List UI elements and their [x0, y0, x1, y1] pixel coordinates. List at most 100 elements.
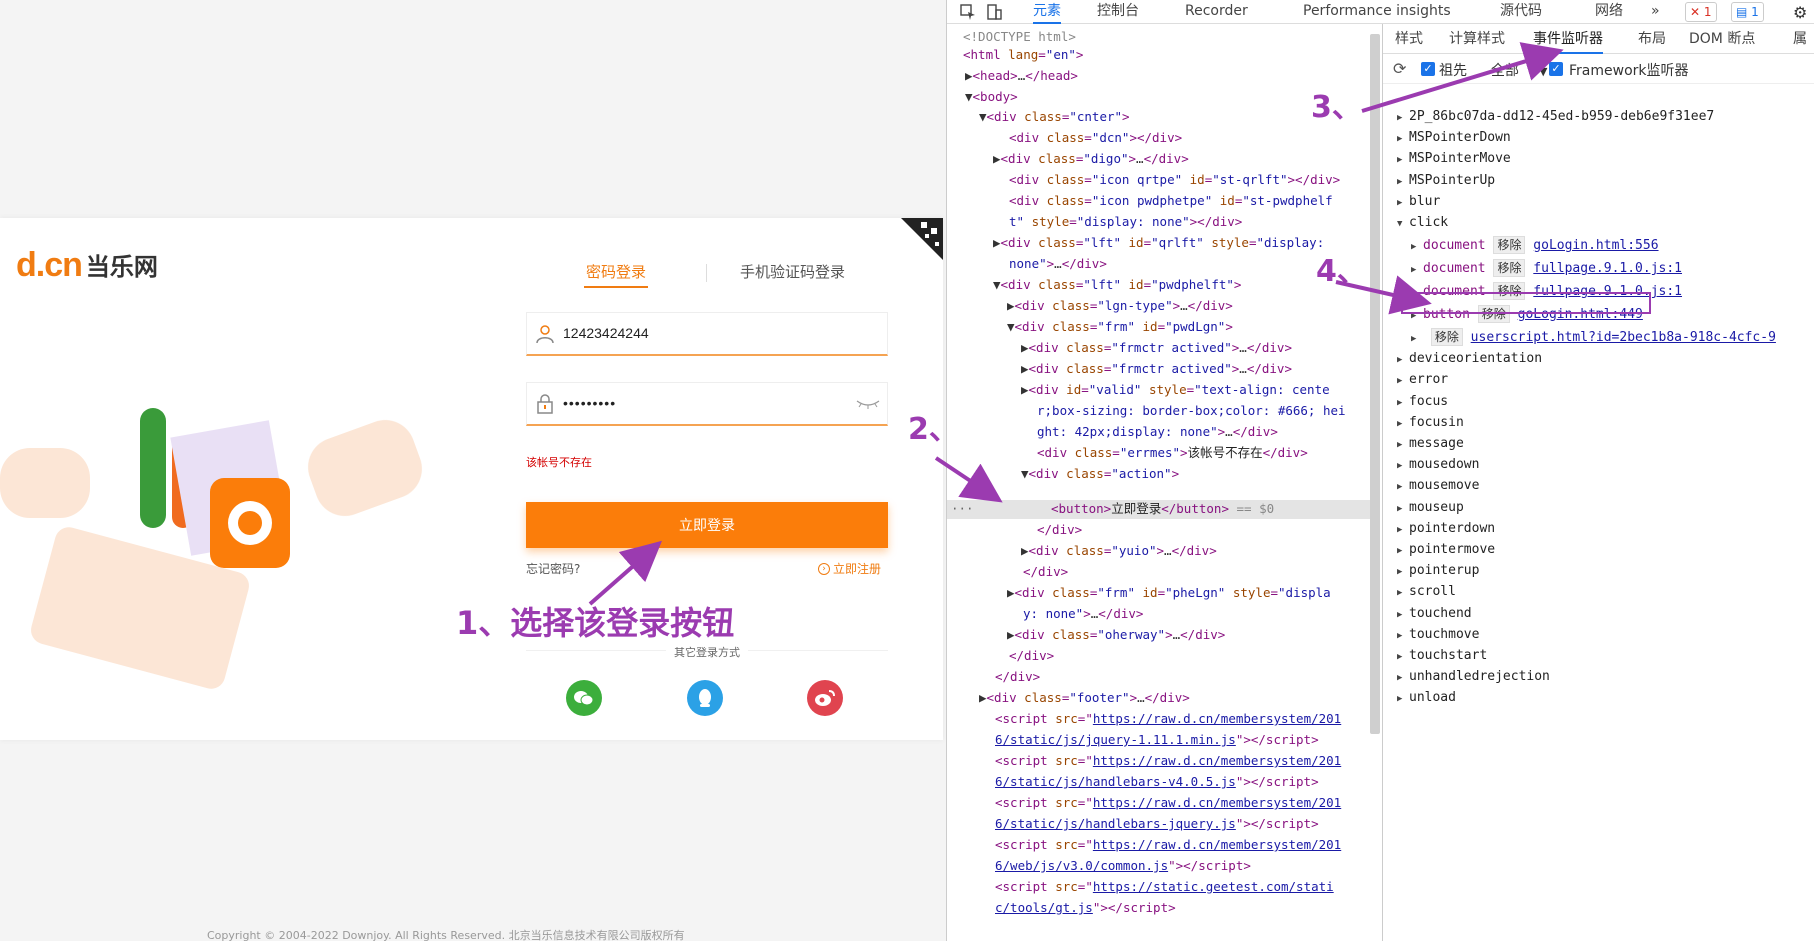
node-footer[interactable]: ▶<div class="footer">…</div>: [979, 689, 1190, 707]
settings-gear-icon[interactable]: ⚙: [1793, 3, 1811, 22]
refresh-icon[interactable]: ⟳: [1393, 59, 1406, 78]
event-pointerup[interactable]: ▶ pointerup: [1397, 562, 1479, 581]
node-digo[interactable]: ▶<div class="digo">…</div>: [993, 150, 1189, 168]
event-scroll[interactable]: ▶ scroll: [1397, 583, 1456, 602]
tab-event-listeners[interactable]: 事件监听器: [1533, 28, 1603, 54]
error-count-badge[interactable]: ✕ 1: [1685, 2, 1717, 22]
username-input[interactable]: 12423424244: [526, 312, 888, 356]
eye-closed-icon[interactable]: [855, 397, 881, 411]
device-toolbar-icon[interactable]: [985, 3, 1003, 21]
wechat-icon[interactable]: [566, 680, 602, 716]
node-pwdlgn[interactable]: ▼<div class="frm" id="pwdLgn">: [1007, 318, 1233, 336]
script-handlebars-jquery[interactable]: <script src="https://raw.d.cn/membersyst…: [995, 794, 1341, 812]
event-mspointerdown[interactable]: ▶ MSPointerDown: [1397, 129, 1511, 148]
head-node[interactable]: ▶<head>…</head>: [965, 67, 1078, 85]
node-lgn-type[interactable]: ▶<div class="lgn-type">…</div>: [1007, 297, 1233, 315]
qr-code-toggle-icon[interactable]: [901, 218, 943, 260]
script-handlebars[interactable]: <script src="https://raw.d.cn/membersyst…: [995, 752, 1341, 770]
tab-password-login[interactable]: 密码登录: [584, 258, 649, 288]
event-pointerdown[interactable]: ▶ pointerdown: [1397, 520, 1495, 539]
event-pointermove[interactable]: ▶ pointermove: [1397, 541, 1495, 560]
tab-computed[interactable]: 计算样式: [1449, 28, 1505, 54]
remove-listener-button[interactable]: 移除: [1493, 259, 1526, 277]
login-button[interactable]: 立即登录: [526, 502, 888, 548]
tab-sources[interactable]: 源代码: [1500, 0, 1542, 24]
more-tabs-button[interactable]: »: [1651, 0, 1660, 24]
script-common[interactable]: <script src="https://raw.d.cn/membersyst…: [995, 836, 1341, 854]
event-name: touchmove: [1409, 627, 1480, 642]
tab-dom-breakpoints[interactable]: DOM 断点: [1689, 28, 1755, 54]
tab-properties[interactable]: 属: [1793, 28, 1807, 54]
listener-source-link[interactable]: userscript.html?id=2bec1b8a-918c-4cfc-9: [1471, 330, 1776, 345]
tab-performance-insights[interactable]: Performance insights: [1303, 0, 1451, 24]
tab-styles[interactable]: 样式: [1395, 28, 1423, 54]
script-jquery[interactable]: <script src="https://raw.d.cn/membersyst…: [995, 710, 1341, 728]
event-touchstart[interactable]: ▶ touchstart: [1397, 647, 1487, 666]
click-listener-row[interactable]: ▶ document 移除 goLogin.html:556: [1411, 236, 1659, 256]
click-listener-row[interactable]: ▶ 移除 userscript.html?id=2bec1b8a-918c-4c…: [1411, 328, 1776, 348]
qq-icon[interactable]: [687, 680, 723, 716]
register-link[interactable]: › 立即注册: [818, 560, 881, 577]
event-mspointermove[interactable]: ▶ MSPointerMove: [1397, 150, 1511, 169]
node-yuio[interactable]: ▶<div class="yuio">…</div>: [1021, 542, 1217, 560]
event-2p-86bc07da-dd12-45ed-b959-deb6e9f31ee7[interactable]: ▶ 2P_86bc07da-dd12-45ed-b959-deb6e9f31ee7: [1397, 108, 1714, 127]
message-count-badge[interactable]: ▤ 1: [1731, 2, 1764, 22]
node-phelgn[interactable]: ▶<div class="frm" id="pheLgn" style="dis…: [1007, 584, 1331, 602]
event-blur[interactable]: ▶ blur: [1397, 193, 1440, 212]
click-listener-row[interactable]: ▶ document 移除 fullpage.9.1.0.js:1: [1411, 259, 1682, 279]
weibo-icon[interactable]: [807, 680, 843, 716]
event-focus[interactable]: ▶ focus: [1397, 393, 1448, 412]
node-frmctr-1[interactable]: ▶<div class="frmctr actived">…</div>: [1021, 339, 1292, 357]
tab-elements[interactable]: 元素: [1033, 0, 1061, 24]
node-cnter[interactable]: ▼<div class="cnter">: [979, 108, 1130, 126]
tab-network[interactable]: 网络: [1595, 0, 1623, 24]
event-message[interactable]: ▶ message: [1397, 435, 1464, 454]
html-node[interactable]: <html lang="en">: [963, 46, 1083, 64]
tab-layout[interactable]: 布局: [1638, 28, 1666, 54]
node-dcn[interactable]: <div class="dcn"></div>: [1009, 129, 1182, 147]
password-input[interactable]: •••••••••: [526, 382, 888, 426]
node-more-dots[interactable]: ···: [951, 500, 974, 518]
event-mspointerup[interactable]: ▶ MSPointerUp: [1397, 172, 1495, 191]
framework-listeners-checkbox[interactable]: ✓: [1549, 62, 1563, 76]
filter-select[interactable]: 全部 ▼: [1491, 60, 1547, 80]
event-touchmove[interactable]: ▶ touchmove: [1397, 626, 1479, 645]
event-error[interactable]: ▶ error: [1397, 371, 1448, 390]
event-deviceorientation[interactable]: ▶ deviceorientation: [1397, 350, 1542, 369]
event-unload[interactable]: ▶ unload: [1397, 689, 1456, 708]
event-mousemove[interactable]: ▶ mousemove: [1397, 477, 1479, 496]
script-geetest[interactable]: <script src="https://static.geetest.com/…: [995, 878, 1334, 896]
node-qrtpe[interactable]: <div class="icon qrtpe" id="st-qrlft"></…: [1009, 171, 1340, 189]
doctype-node[interactable]: <!DOCTYPE html>: [963, 28, 1076, 46]
node-button-selected[interactable]: <button>立即登录</button> == $0: [1051, 500, 1274, 518]
remove-listener-button[interactable]: 移除: [1493, 236, 1526, 254]
inspect-element-icon[interactable]: [959, 3, 977, 21]
event-unhandledrejection[interactable]: ▶ unhandledrejection: [1397, 668, 1550, 687]
annotation-step-2: 2、: [908, 412, 959, 447]
elements-scrollbar[interactable]: [1370, 34, 1380, 734]
event-mousedown[interactable]: ▶ mousedown: [1397, 456, 1479, 475]
tab-console[interactable]: 控制台: [1097, 0, 1139, 24]
node-qrlft[interactable]: ▶<div class="lft" id="qrlft" style="disp…: [993, 234, 1324, 252]
node-pwdphelft[interactable]: ▼<div class="lft" id="pwdphelft">: [993, 276, 1241, 294]
node-errmes[interactable]: <div class="errmes">该帐号不存在</div>: [1037, 444, 1308, 462]
event-touchend[interactable]: ▶ touchend: [1397, 605, 1472, 624]
event-mouseup[interactable]: ▶ mouseup: [1397, 499, 1464, 518]
node-oherway[interactable]: ▶<div class="oherway">…</div>: [1007, 626, 1225, 644]
body-node[interactable]: ▼<body>: [965, 88, 1018, 106]
tab-recorder[interactable]: Recorder: [1185, 0, 1248, 24]
node-pwdphetpe[interactable]: <div class="icon pwdphetpe" id="st-pwdph…: [1009, 192, 1333, 210]
dcn-logo[interactable]: d.cn 当乐网: [16, 248, 158, 282]
listener-source-link[interactable]: fullpage.9.1.0.js:1: [1533, 261, 1682, 276]
event-focusin[interactable]: ▶ focusin: [1397, 414, 1464, 433]
listener-source-link[interactable]: goLogin.html:556: [1533, 238, 1658, 253]
node-valid[interactable]: ▶<div id="valid" style="text-align: cent…: [1021, 381, 1330, 399]
node-action[interactable]: ▼<div class="action">: [1021, 465, 1179, 483]
remove-listener-button[interactable]: 移除: [1430, 328, 1463, 346]
node-frmctr-2[interactable]: ▶<div class="frmctr actived">…</div>: [1021, 360, 1292, 378]
devtools-tab-bar: 元素 控制台 Recorder Performance insights 源代码…: [947, 0, 1814, 24]
event-click[interactable]: ▼ click: [1397, 214, 1448, 233]
ancestors-checkbox[interactable]: ✓: [1421, 62, 1435, 76]
tab-sms-login[interactable]: 手机验证码登录: [740, 258, 845, 288]
forgot-password-link[interactable]: 忘记密码?: [526, 560, 580, 577]
